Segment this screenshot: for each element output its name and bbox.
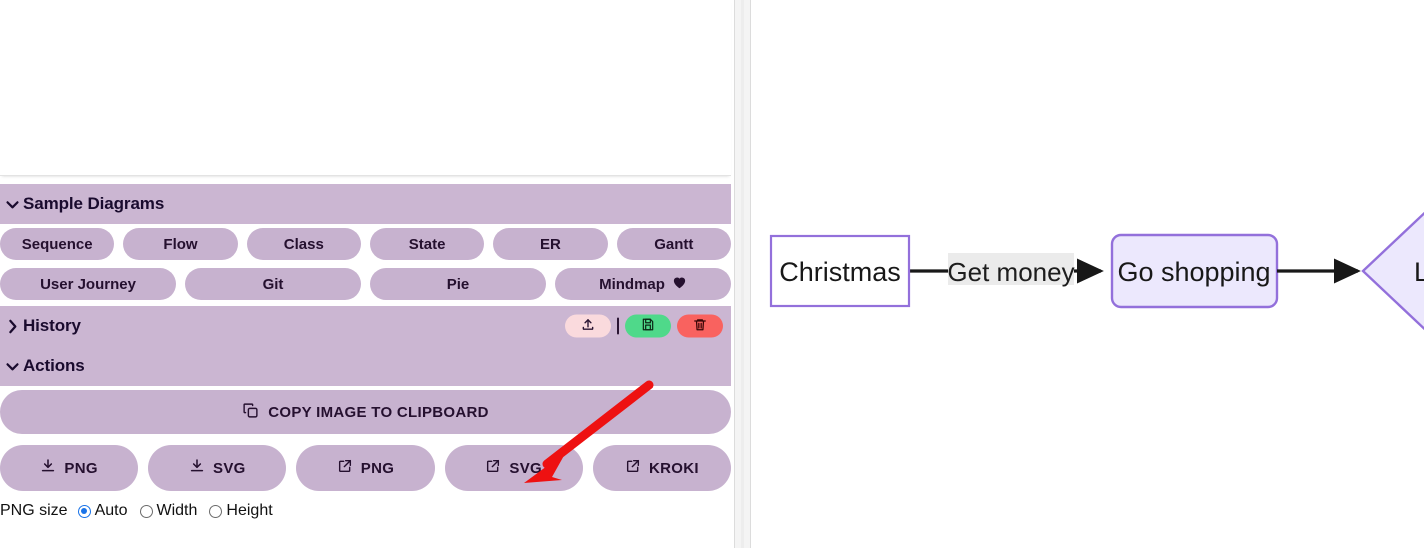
sample-button-gantt[interactable]: Gantt bbox=[616, 228, 731, 260]
diagram-preview-pane[interactable]: Get money Christmas Go shopping Le bbox=[751, 0, 1424, 548]
download-png-button[interactable]: PNG bbox=[0, 445, 139, 491]
button-label: Mindmap bbox=[599, 275, 665, 293]
section-header-actions[interactable]: Actions bbox=[0, 346, 731, 386]
download-svg-button[interactable]: SVG bbox=[148, 445, 287, 491]
app-root: Sample Diagrams Sequence Flow Class Stat… bbox=[0, 0, 1424, 548]
external-link-icon bbox=[337, 458, 353, 478]
external-link-icon bbox=[485, 458, 501, 478]
button-label: State bbox=[408, 235, 446, 253]
actions-body: COPY IMAGE TO CLIPBOARD PNG SVG PNG SVG … bbox=[0, 386, 732, 520]
floppy-disk-icon bbox=[641, 318, 655, 335]
panel-sections: Sample Diagrams Sequence Flow Class Stat… bbox=[0, 184, 732, 520]
button-label: Class bbox=[283, 235, 324, 253]
button-label: COPY IMAGE TO CLIPBOARD bbox=[268, 403, 489, 421]
node-label-decision: Le bbox=[1414, 257, 1424, 287]
open-png-button[interactable]: PNG bbox=[296, 445, 435, 491]
panel-splitter[interactable] bbox=[734, 0, 751, 548]
code-editor-area[interactable] bbox=[0, 0, 731, 176]
button-label: PNG bbox=[64, 459, 98, 477]
png-size-label: PNG size bbox=[0, 502, 68, 519]
copy-image-to-clipboard-button[interactable]: COPY IMAGE TO CLIPBOARD bbox=[0, 390, 731, 434]
sample-diagram-row-1: Sequence Flow Class State ER Gantt bbox=[0, 228, 731, 268]
section-title: History bbox=[23, 316, 81, 335]
button-label: Gantt bbox=[654, 235, 694, 253]
download-icon bbox=[189, 458, 205, 478]
download-icon bbox=[40, 458, 56, 478]
sample-diagram-buttons: Sequence Flow Class State ER Gantt User … bbox=[0, 224, 731, 306]
open-kroki-button[interactable]: KROKI bbox=[592, 445, 732, 491]
copy-icon bbox=[242, 402, 259, 423]
sample-diagram-row-2: User Journey Git Pie Mindmap bbox=[0, 268, 731, 302]
sample-button-sequence[interactable]: Sequence bbox=[0, 228, 115, 260]
sample-button-pie[interactable]: Pie bbox=[370, 268, 546, 300]
edge-label-get-money: Get money bbox=[947, 257, 1074, 287]
upload-icon bbox=[581, 318, 595, 335]
png-size-option-width[interactable]: Width bbox=[139, 502, 198, 520]
sample-button-mindmap[interactable]: Mindmap bbox=[555, 268, 731, 300]
radio-auto[interactable] bbox=[77, 504, 91, 518]
history-restore-button[interactable] bbox=[565, 314, 611, 338]
radio-label: Auto bbox=[94, 502, 128, 519]
left-panel: Sample Diagrams Sequence Flow Class Stat… bbox=[0, 0, 734, 548]
export-buttons-row: PNG SVG PNG SVG KROKI bbox=[0, 445, 732, 491]
radio-label: Height bbox=[226, 502, 273, 519]
heart-icon bbox=[672, 275, 687, 293]
button-label: Git bbox=[262, 275, 284, 293]
node-label-christmas: Christmas bbox=[779, 257, 901, 287]
history-divider bbox=[617, 317, 619, 335]
chevron-down-icon bbox=[4, 358, 21, 375]
sample-button-git[interactable]: Git bbox=[185, 268, 361, 300]
sample-button-flow[interactable]: Flow bbox=[123, 228, 238, 260]
button-label: Pie bbox=[446, 275, 470, 293]
chevron-down-icon bbox=[4, 196, 21, 213]
history-actions bbox=[565, 314, 723, 338]
splitter-grip bbox=[741, 0, 744, 548]
node-label-go-shopping: Go shopping bbox=[1117, 257, 1270, 287]
sample-button-er[interactable]: ER bbox=[493, 228, 608, 260]
button-label: Flow bbox=[163, 235, 198, 253]
mermaid-diagram: Get money Christmas Go shopping Le bbox=[769, 211, 1424, 331]
button-label: PNG bbox=[360, 459, 395, 477]
sample-button-class[interactable]: Class bbox=[246, 228, 361, 260]
open-svg-button[interactable]: SVG bbox=[444, 445, 583, 491]
png-size-option-height[interactable]: Height bbox=[209, 502, 273, 520]
sample-button-user-journey[interactable]: User Journey bbox=[0, 268, 176, 300]
radio-width[interactable] bbox=[139, 504, 153, 518]
section-title: Actions bbox=[23, 356, 85, 375]
button-label: SVG bbox=[509, 459, 542, 477]
button-label: User Journey bbox=[40, 275, 136, 293]
history-delete-button[interactable] bbox=[677, 314, 723, 338]
external-link-icon bbox=[625, 458, 641, 478]
chevron-right-icon bbox=[4, 318, 21, 335]
history-save-button[interactable] bbox=[625, 314, 671, 338]
radio-height[interactable] bbox=[209, 504, 223, 518]
section-header-history[interactable]: History bbox=[0, 306, 731, 346]
button-label: SVG bbox=[213, 459, 246, 477]
button-label: ER bbox=[540, 235, 561, 253]
trash-icon bbox=[693, 318, 707, 335]
png-size-row: PNG size Auto Width Height bbox=[0, 502, 731, 520]
sample-button-state[interactable]: State bbox=[369, 228, 485, 260]
button-label: KROKI bbox=[648, 459, 699, 477]
section-title: Sample Diagrams bbox=[23, 194, 165, 213]
section-header-sample-diagrams[interactable]: Sample Diagrams bbox=[0, 184, 731, 224]
button-label: Sequence bbox=[21, 235, 93, 253]
png-size-option-auto[interactable]: Auto bbox=[77, 502, 128, 520]
radio-label: Width bbox=[156, 502, 198, 519]
